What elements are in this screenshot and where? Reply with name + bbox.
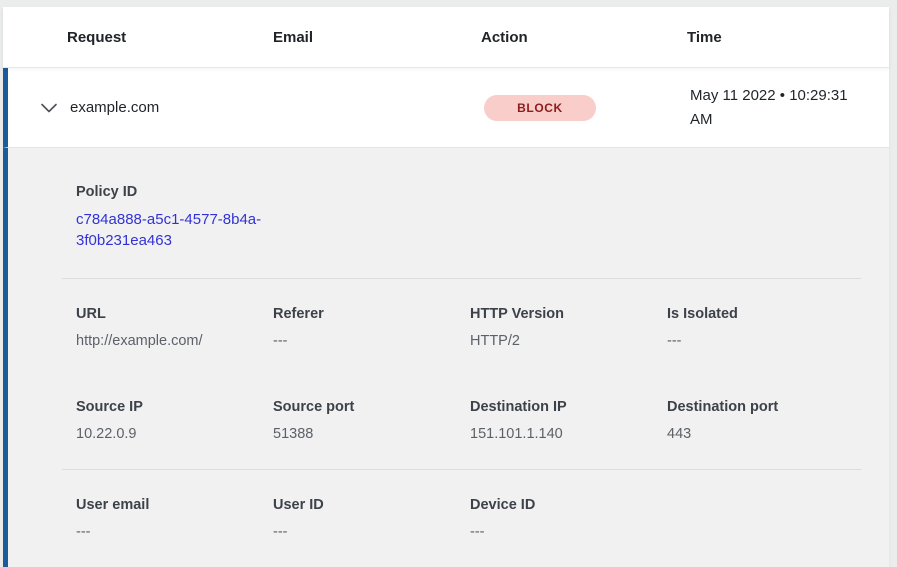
column-header-email: Email <box>273 29 481 46</box>
detail-field-is-isolated: Is Isolated --- <box>667 306 864 349</box>
divider <box>62 469 861 470</box>
row-details: Policy ID c784a888-a5c1-4577-8b4a-3f0b23… <box>3 148 889 567</box>
field-value: 10.22.0.9 <box>76 426 273 442</box>
column-header-action: Action <box>481 29 687 46</box>
detail-field-user-id: User ID --- <box>273 497 470 540</box>
detail-field-url: URL http://example.com/ <box>76 306 273 349</box>
field-value: http://example.com/ <box>76 333 273 349</box>
action-cell: BLOCK <box>484 95 690 121</box>
divider <box>62 278 861 279</box>
request-log-panel: Request Email Action Time example.com BL… <box>0 0 897 567</box>
policy-id-link[interactable]: c784a888-a5c1-4577-8b4a-3f0b231ea463 <box>76 209 281 251</box>
field-label: Source IP <box>76 399 273 415</box>
field-label: Destination port <box>667 399 864 415</box>
time-cell: May 11 2022 • 10:29:31 AM <box>690 84 882 132</box>
detail-row-user: User email --- User ID --- Device ID --- <box>76 497 861 540</box>
field-value: HTTP/2 <box>470 333 667 349</box>
field-value: --- <box>273 333 470 349</box>
detail-field-source-port: Source port 51388 <box>273 399 470 442</box>
table-header: Request Email Action Time <box>3 7 889 68</box>
field-label: Device ID <box>470 497 667 513</box>
policy-id-label: Policy ID <box>76 184 861 200</box>
field-value: --- <box>273 524 470 540</box>
detail-field-destination-port: Destination port 443 <box>667 399 864 442</box>
field-value: 151.101.1.140 <box>470 426 667 442</box>
detail-field-referer: Referer --- <box>273 306 470 349</box>
field-value: 51388 <box>273 426 470 442</box>
column-header-request: Request <box>67 29 273 46</box>
field-label: Source port <box>273 399 470 415</box>
row-expand-toggle[interactable] <box>8 103 70 113</box>
field-label: URL <box>76 306 273 322</box>
block-status-badge: BLOCK <box>484 95 596 121</box>
detail-field-destination-ip: Destination IP 151.101.1.140 <box>470 399 667 442</box>
field-label: User email <box>76 497 273 513</box>
detail-field-empty <box>667 497 864 540</box>
field-value: --- <box>667 333 864 349</box>
field-label: Referer <box>273 306 470 322</box>
detail-field-http-version: HTTP Version HTTP/2 <box>470 306 667 349</box>
detail-row-http: URL http://example.com/ Referer --- HTTP… <box>76 306 861 349</box>
detail-field-source-ip: Source IP 10.22.0.9 <box>76 399 273 442</box>
field-label: User ID <box>273 497 470 513</box>
chevron-down-icon <box>41 103 57 113</box>
log-table-card: Request Email Action Time example.com BL… <box>3 7 889 567</box>
field-value: --- <box>76 524 273 540</box>
request-cell: example.com <box>70 99 276 116</box>
detail-field-device-id: Device ID --- <box>470 497 667 540</box>
field-value: --- <box>470 524 667 540</box>
field-label: HTTP Version <box>470 306 667 322</box>
table-row[interactable]: example.com BLOCK May 11 2022 • 10:29:31… <box>3 68 889 148</box>
field-label: Destination IP <box>470 399 667 415</box>
field-label: Is Isolated <box>667 306 864 322</box>
policy-id-block: Policy ID c784a888-a5c1-4577-8b4a-3f0b23… <box>76 184 861 251</box>
field-value: 443 <box>667 426 864 442</box>
column-header-time: Time <box>687 29 889 46</box>
detail-row-network: Source IP 10.22.0.9 Source port 51388 De… <box>76 399 861 442</box>
detail-field-user-email: User email --- <box>76 497 273 540</box>
